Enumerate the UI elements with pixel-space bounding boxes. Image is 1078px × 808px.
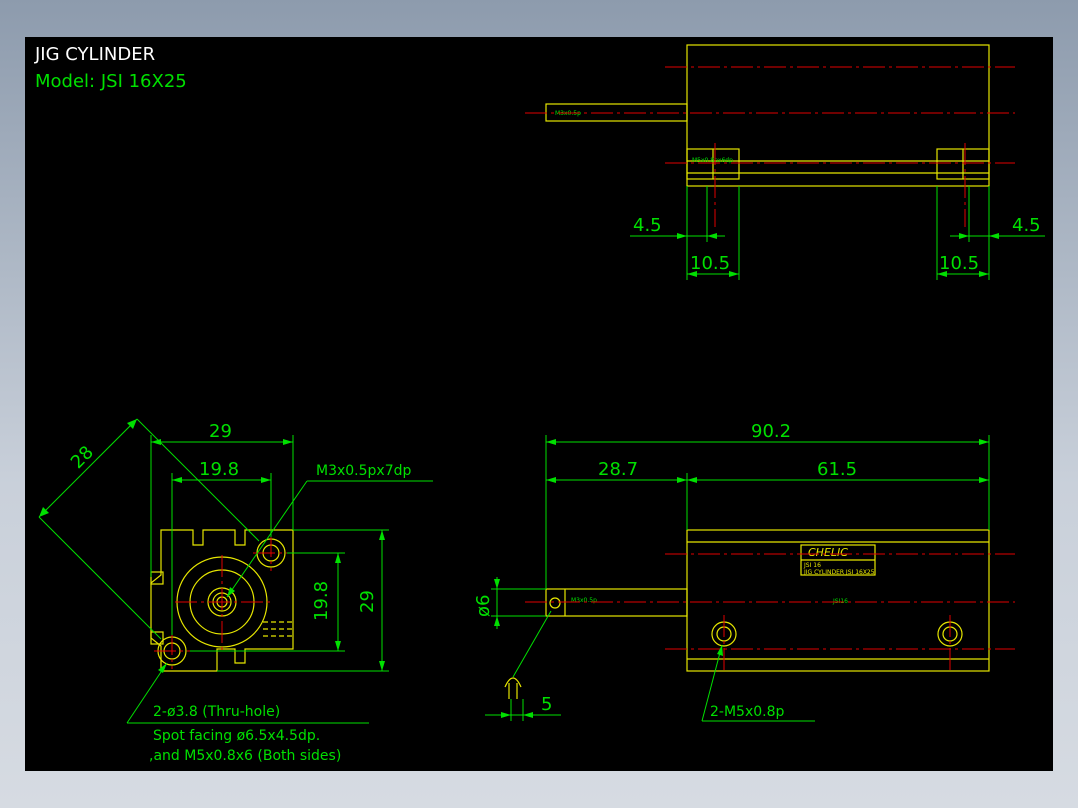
nameplate-line-1: JSI 16 — [803, 562, 821, 569]
arrow-head — [979, 439, 989, 445]
arrow-head — [494, 616, 500, 626]
rod-end-detail — [504, 677, 522, 688]
side-view-port-label: M3x0.5p — [571, 597, 597, 604]
arrow-head — [979, 271, 989, 277]
arrow-head — [172, 477, 182, 483]
dim-left-offset: 4.5 — [633, 215, 662, 236]
cad-viewport[interactable]: JIG CYLINDER Model: JSI 16X25 M3x0.5p M5… — [25, 37, 1053, 771]
side-view-rod-tap — [549, 597, 561, 609]
arrow-head — [501, 712, 511, 718]
dim-height: 29 — [357, 590, 378, 613]
dim-right-offset: 4.5 — [1012, 215, 1041, 236]
hole-note: 2-ø3.8 (Thru-hole) — [153, 704, 280, 720]
arrow-head — [494, 579, 500, 589]
nameplate-line-2: JIG CYLINDER JSI 16X25 — [803, 569, 875, 576]
leader-line — [226, 480, 308, 598]
arrow-head — [677, 477, 687, 483]
arrow-head — [523, 712, 533, 718]
dim-rod-end: 5 — [541, 694, 552, 715]
end-view: 28 29 19.8 19.8 29 M3x0.5px7dp 2-ø3.8 (T… — [38, 418, 433, 764]
nameplate-brand: CHELIC — [808, 546, 848, 559]
arrow-head — [379, 530, 385, 540]
arrow-head — [717, 645, 723, 656]
dimension-line — [38, 418, 138, 518]
arrow-head — [379, 661, 385, 671]
cad-drawing: JIG CYLINDER Model: JSI 16X25 M3x0.5p M5… — [34, 44, 1045, 764]
arrow-head — [729, 271, 739, 277]
arrow-head — [546, 439, 556, 445]
leader-line — [512, 610, 552, 678]
arrow-head — [335, 553, 341, 563]
dim-left-width: 10.5 — [690, 253, 730, 274]
spot-note-2: ,and M5x0.8x6 (Both sides) — [149, 748, 341, 764]
dim-width: 29 — [209, 421, 232, 442]
dim-hole-pitch-v: 19.8 — [311, 581, 332, 621]
dim-diagonal: 28 — [67, 442, 98, 473]
spot-note-1: Spot facing ø6.5x4.5dp. — [153, 728, 320, 744]
arrow-head — [283, 439, 293, 445]
arrow-head — [959, 233, 969, 239]
dim-overall: 90.2 — [751, 421, 791, 442]
arrow-head — [707, 233, 717, 239]
tap-note: M3x0.5px7dp — [316, 463, 412, 479]
arrow-head — [687, 477, 697, 483]
dim-rod-diameter: ø6 — [473, 595, 494, 617]
arrow-head — [677, 233, 687, 239]
arrow-head — [335, 641, 341, 651]
model-label: Model: JSI 16X25 — [35, 71, 187, 92]
arrow-head — [979, 477, 989, 483]
side-view: M3x0.5p CHELIC JSI 16 JIG CYLINDER JSI 1… — [473, 421, 1015, 722]
dim-right-width: 10.5 — [939, 253, 979, 274]
arrow-head — [261, 477, 271, 483]
arrow-head — [151, 439, 161, 445]
drawing-title: JIG CYLINDER — [34, 44, 155, 65]
dim-hole-pitch-h: 19.8 — [199, 459, 239, 480]
top-view: M3x0.5p M5x0.8px6dp 4.5 4.5 10.5 10.5 — [525, 44, 1045, 280]
dim-rod-length: 28.7 — [598, 459, 638, 480]
port-note: 2-M5x0.8p — [710, 704, 784, 720]
extension-line — [38, 516, 162, 640]
top-view-body — [686, 44, 990, 187]
arrow-head — [546, 477, 556, 483]
dim-body-length: 61.5 — [817, 459, 857, 480]
arrow-head — [989, 233, 999, 239]
